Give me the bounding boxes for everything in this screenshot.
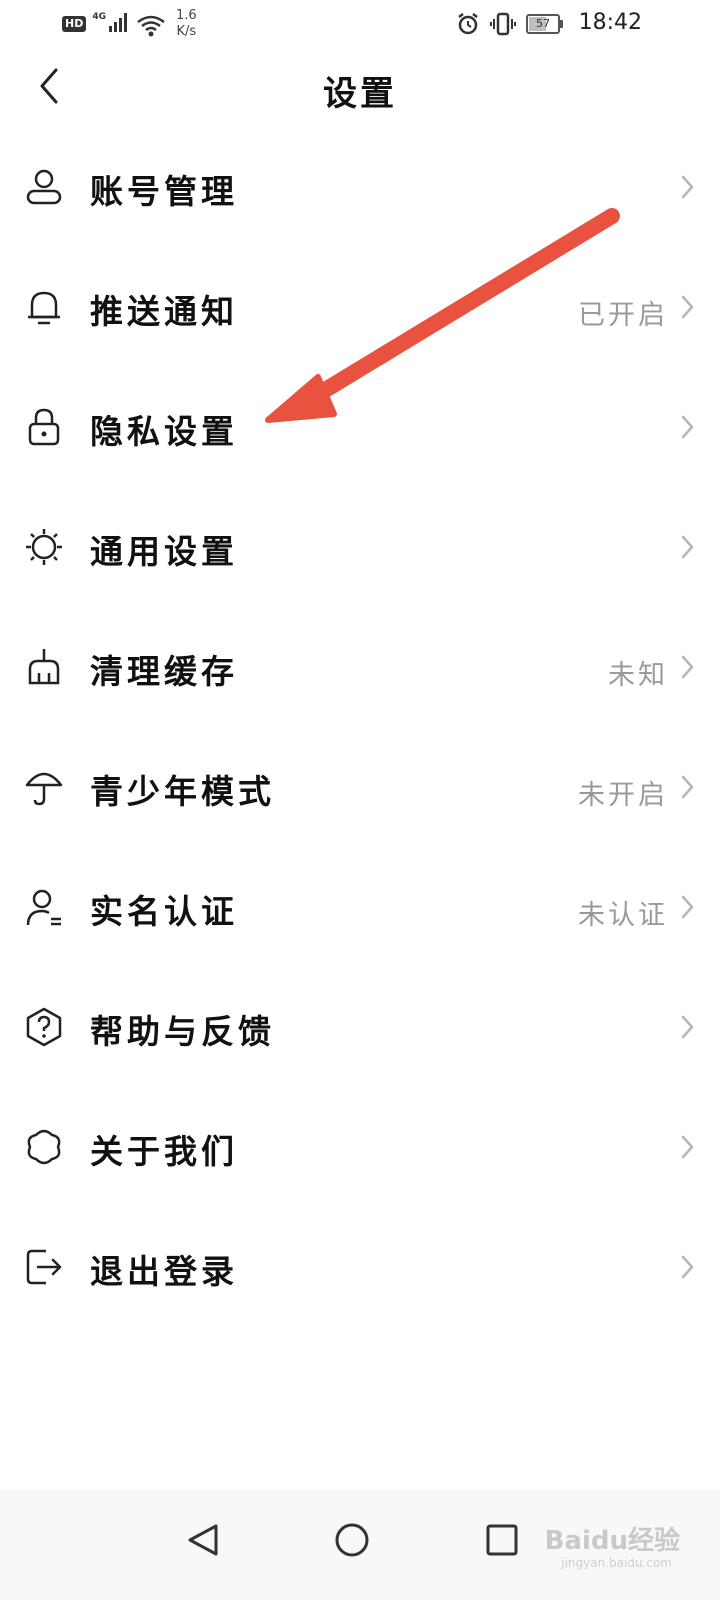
chevron-right-icon	[681, 535, 694, 559]
menu-item-value: 未认证	[578, 900, 668, 931]
network-type: 4G	[92, 12, 106, 22]
umbrella-icon	[25, 772, 63, 806]
menu-item-general[interactable]: 通用设置	[0, 487, 720, 607]
settings-menu: 账号管理 推送通知 已开启 隐私设置 通用设置 清理缓存 未知 青少年模式 未开…	[0, 127, 720, 1327]
chevron-right-icon	[681, 415, 694, 439]
signal-bars-icon	[109, 13, 127, 32]
network-speed: 1.6 K/s	[176, 8, 197, 40]
watermark-url: jingyan.baidu.com	[561, 1556, 672, 1570]
menu-item-label: 退出登录	[90, 1252, 238, 1291]
menu-item-about-us[interactable]: 关于我们	[0, 1087, 720, 1207]
chevron-right-icon	[681, 175, 694, 199]
menu-item-push-notification[interactable]: 推送通知 已开启	[0, 247, 720, 367]
broom-icon	[28, 649, 60, 685]
menu-item-help-feedback[interactable]: 帮助与反馈	[0, 967, 720, 1087]
chevron-right-icon	[681, 895, 694, 919]
nav-back-icon[interactable]	[174, 1510, 234, 1570]
menu-item-clear-cache[interactable]: 清理缓存 未知	[0, 607, 720, 727]
menu-item-youth-mode[interactable]: 青少年模式 未开启	[0, 727, 720, 847]
menu-item-logout[interactable]: 退出登录	[0, 1207, 720, 1327]
system-nav-bar: Baidu经验 jingyan.baidu.com	[0, 1490, 720, 1600]
menu-item-label: 清理缓存	[90, 652, 238, 691]
status-right: 57	[456, 12, 563, 36]
bell-icon	[28, 291, 60, 325]
nav-home-icon[interactable]	[322, 1510, 382, 1570]
vibrate-icon	[490, 12, 516, 36]
menu-item-label: 帮助与反馈	[90, 1012, 275, 1051]
chevron-right-icon	[681, 1135, 694, 1159]
menu-item-label: 关于我们	[90, 1132, 238, 1171]
battery-icon: 57	[526, 14, 563, 34]
user-icon	[26, 169, 62, 205]
menu-item-label: 账号管理	[90, 172, 238, 211]
speed-value: 1.6	[176, 8, 197, 23]
menu-item-real-name[interactable]: 实名认证 未认证	[0, 847, 720, 967]
chevron-right-icon	[681, 775, 694, 799]
wifi-icon	[137, 15, 165, 37]
status-left: HD 4G 1.6 K/s	[62, 8, 197, 40]
chevron-right-icon	[681, 655, 694, 679]
battery-percent: 57	[536, 17, 550, 30]
chevron-right-icon	[681, 1015, 694, 1039]
menu-item-value: 已开启	[578, 300, 668, 331]
menu-item-label: 隐私设置	[90, 412, 238, 451]
menu-item-value: 未知	[608, 660, 668, 691]
help-icon	[26, 1007, 62, 1047]
menu-item-label: 实名认证	[90, 892, 238, 931]
nav-recents-icon[interactable]	[472, 1510, 532, 1570]
menu-item-value: 未开启	[578, 780, 668, 811]
menu-item-label: 推送通知	[90, 292, 238, 331]
flower-icon	[27, 1129, 61, 1165]
clock: 18:42	[578, 10, 642, 35]
page-title: 设置	[323, 74, 397, 114]
sun-icon	[26, 529, 62, 565]
speed-unit: K/s	[176, 24, 197, 39]
menu-item-label: 通用设置	[90, 532, 238, 571]
status-bar: HD 4G 1.6 K/s 57 18:42	[0, 0, 720, 48]
menu-item-privacy[interactable]: 隐私设置	[0, 367, 720, 487]
header: 设置	[0, 50, 720, 122]
alarm-icon	[458, 13, 478, 35]
lock-icon	[28, 408, 60, 446]
signal-icon: 4G	[92, 12, 130, 32]
menu-item-account[interactable]: 账号管理	[0, 127, 720, 247]
hd-badge: HD	[62, 16, 87, 32]
user-id-icon	[26, 889, 61, 926]
logout-icon	[26, 1249, 62, 1285]
chevron-right-icon	[681, 295, 694, 319]
menu-item-label: 青少年模式	[90, 772, 275, 811]
watermark-brand: Baidu经验	[544, 1526, 680, 1556]
chevron-right-icon	[681, 1255, 694, 1279]
